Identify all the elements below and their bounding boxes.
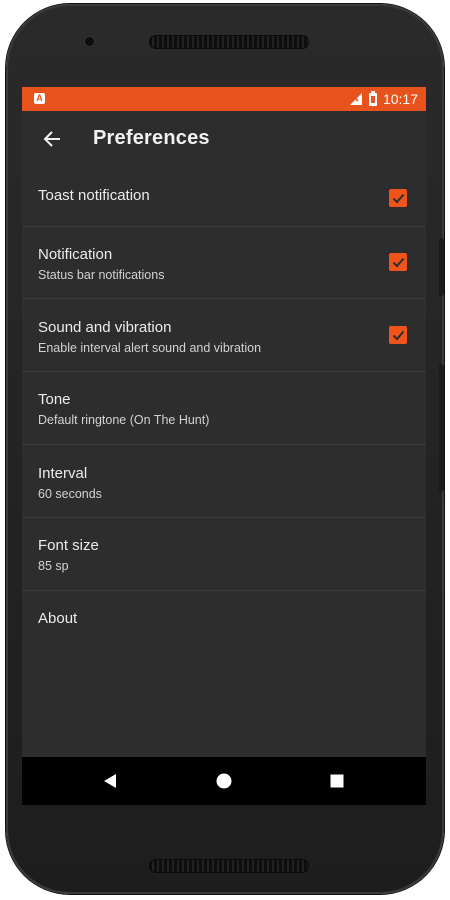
page-title: Preferences [93, 127, 210, 149]
square-recents-icon [330, 774, 344, 788]
pref-title: Toast notification [38, 187, 150, 204]
nav-back-button[interactable] [86, 757, 134, 805]
power-button [439, 238, 444, 296]
pref-notification[interactable]: Notification Status bar notifications [22, 227, 426, 299]
pref-summary: Default ringtone (On The Hunt) [38, 413, 210, 427]
sound-vibration-checkbox[interactable] [389, 326, 407, 344]
status-time: 10:17 [382, 91, 418, 107]
volume-button [439, 364, 444, 492]
navigation-bar [22, 757, 426, 805]
pref-summary: Enable interval alert sound and vibratio… [38, 341, 262, 355]
pref-title: Tone [38, 391, 71, 408]
notification-checkbox[interactable] [389, 253, 407, 271]
pref-tone[interactable]: Tone Default ringtone (On The Hunt) [22, 372, 426, 445]
triangle-back-icon [104, 774, 116, 788]
arrow-left-icon [43, 131, 60, 147]
circle-home-icon [216, 773, 232, 789]
pref-sound-and-vibration[interactable]: Sound and vibration Enable interval aler… [22, 299, 426, 372]
pref-title: About [38, 610, 78, 627]
checkmark-icon [392, 330, 404, 340]
checkmark-icon [392, 257, 404, 267]
pref-font-size[interactable]: Font size 85 sp [22, 518, 426, 591]
toast-notification-checkbox[interactable] [389, 189, 407, 207]
signal-icon [349, 93, 362, 105]
pref-summary: 85 sp [38, 559, 69, 573]
pref-title: Sound and vibration [38, 319, 172, 336]
pref-title: Interval [38, 465, 88, 482]
back-button[interactable] [32, 119, 72, 159]
battery-icon [368, 90, 377, 106]
nav-recents-button[interactable] [313, 757, 361, 805]
pref-interval[interactable]: Interval 60 seconds [22, 445, 426, 518]
status-bar: A 10:17 [22, 87, 426, 111]
checkmark-icon [392, 193, 404, 203]
top-speaker-grille [149, 35, 309, 49]
preferences-list: Toast notification Notification Status b… [22, 167, 426, 651]
nav-home-button[interactable] [200, 757, 248, 805]
pref-title: Font size [38, 537, 99, 554]
front-camera [85, 37, 94, 46]
pref-summary: Status bar notifications [38, 268, 165, 282]
status-right-group: 10:17 [349, 90, 418, 108]
pref-summary: 60 seconds [38, 487, 102, 501]
pref-title: Notification [38, 246, 113, 263]
pref-toast-notification[interactable]: Toast notification [22, 167, 426, 227]
bottom-speaker-grille [149, 859, 309, 873]
app-screen: A 10:17 Preferences Toast notification N… [22, 87, 426, 805]
pref-about[interactable]: About [22, 591, 426, 651]
toolbar: Preferences [22, 111, 426, 167]
app-notification-icon: A [34, 93, 45, 104]
